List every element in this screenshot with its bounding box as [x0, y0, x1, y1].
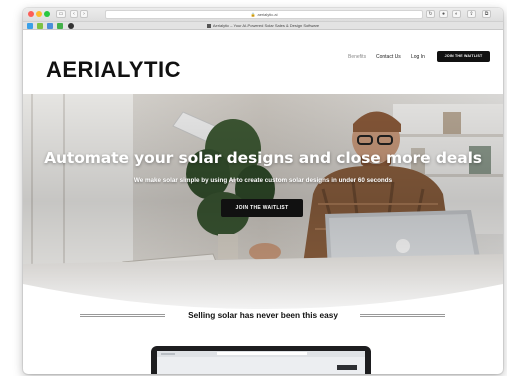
address-bar[interactable]: 🔒 aerialytic.ai — [105, 10, 423, 19]
hero-title: Automate your solar designs and close mo… — [44, 149, 482, 167]
favorites-bar: Aerialytic – Your AI-Powered Solar Sales… — [23, 21, 503, 30]
site-favicon-icon — [206, 23, 211, 28]
back-button[interactable]: ‹ — [70, 10, 78, 18]
nav-link-benefits[interactable]: Benefits — [348, 54, 366, 60]
forward-button[interactable]: › — [80, 10, 88, 18]
close-window-button[interactable] — [28, 11, 34, 17]
preview-address-bar — [217, 352, 307, 355]
browser-window: ▭ ‹ › 🔒 aerialytic.ai ↻ ● ◐ ⇪ ⧉ Aerialyti… — [23, 8, 503, 374]
tagline-divider-right — [360, 314, 445, 317]
favorite-icon-2[interactable] — [37, 23, 43, 29]
extension-icon-2[interactable]: ◐ — [452, 10, 461, 18]
address-bar-url: aerialytic.ai — [257, 12, 278, 17]
nav-link-login[interactable]: Log In — [411, 54, 425, 60]
site-logo[interactable]: AERIALYTIC — [46, 57, 181, 83]
preview-window-controls — [161, 353, 175, 355]
hero-subtitle: We make solar simple by using AI to crea… — [133, 177, 393, 184]
extension-icon[interactable]: ● — [439, 10, 448, 18]
site-header: AERIALYTIC Benefits Contact Us Log In JO… — [23, 30, 503, 104]
favorite-icon-3[interactable] — [47, 23, 53, 29]
tagline-section: Selling solar has never been this easy — [23, 310, 503, 330]
header-join-waitlist-button[interactable]: JOIN THE WAITLIST — [437, 51, 490, 62]
favorite-icon-4[interactable] — [57, 23, 63, 29]
hero-section: Automate your solar designs and close mo… — [23, 94, 503, 309]
preview-button — [337, 365, 357, 370]
product-preview-screen — [157, 351, 365, 374]
share-icon[interactable]: ⇪ — [467, 10, 476, 18]
active-tab[interactable]: Aerialytic – Your AI-Powered Solar Sales… — [123, 22, 403, 30]
favorite-icon-1[interactable] — [27, 23, 33, 29]
favorite-icon-5[interactable] — [68, 23, 74, 29]
hero-join-waitlist-button[interactable]: JOIN THE WAITLIST — [221, 199, 303, 217]
nav-link-contact[interactable]: Contact Us — [376, 54, 401, 60]
tab-title-text: Aerialytic – Your AI-Powered Solar Sales… — [212, 23, 320, 28]
browser-titlebar: ▭ ‹ › 🔒 aerialytic.ai ↻ ● ◐ ⇪ ⧉ — [23, 8, 503, 21]
tabs-icon[interactable]: ⧉ — [482, 10, 491, 18]
lock-icon: 🔒 — [250, 12, 256, 17]
minimize-window-button[interactable] — [36, 11, 42, 17]
reload-icon[interactable]: ↻ — [426, 10, 435, 18]
zoom-window-button[interactable] — [44, 11, 50, 17]
sidebar-toggle-icon[interactable]: ▭ — [56, 10, 66, 18]
laptop-icon — [151, 346, 371, 374]
